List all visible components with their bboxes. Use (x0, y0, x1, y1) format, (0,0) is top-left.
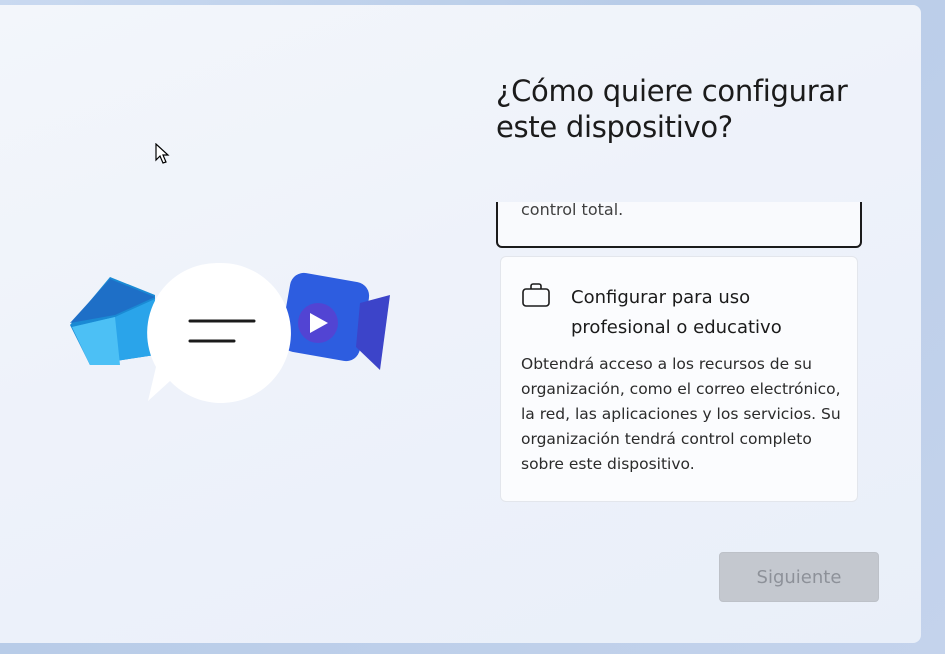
options-list[interactable]: control total. Configurar para uso profe… (490, 202, 870, 512)
next-button[interactable]: Siguiente (719, 552, 879, 602)
illustration (60, 255, 400, 415)
video-icon (280, 272, 390, 370)
setup-window: ¿Cómo quiere configurar este dispositivo… (0, 5, 921, 643)
chat-bubble-icon (147, 262, 291, 403)
page-title: ¿Cómo quiere configurar este dispositivo… (496, 74, 848, 144)
briefcase-icon (521, 281, 551, 309)
option-description: control total. (521, 202, 624, 219)
option-description: Obtendrá acceso a los recursos de su org… (521, 355, 841, 473)
option-work-school[interactable]: Configurar para uso profesional o educat… (500, 256, 858, 502)
mouse-cursor-icon (155, 143, 170, 164)
option-label: Configurar para uso profesional o educat… (571, 287, 782, 338)
mail-icon (70, 277, 155, 365)
option-personal[interactable]: control total. (496, 202, 862, 248)
